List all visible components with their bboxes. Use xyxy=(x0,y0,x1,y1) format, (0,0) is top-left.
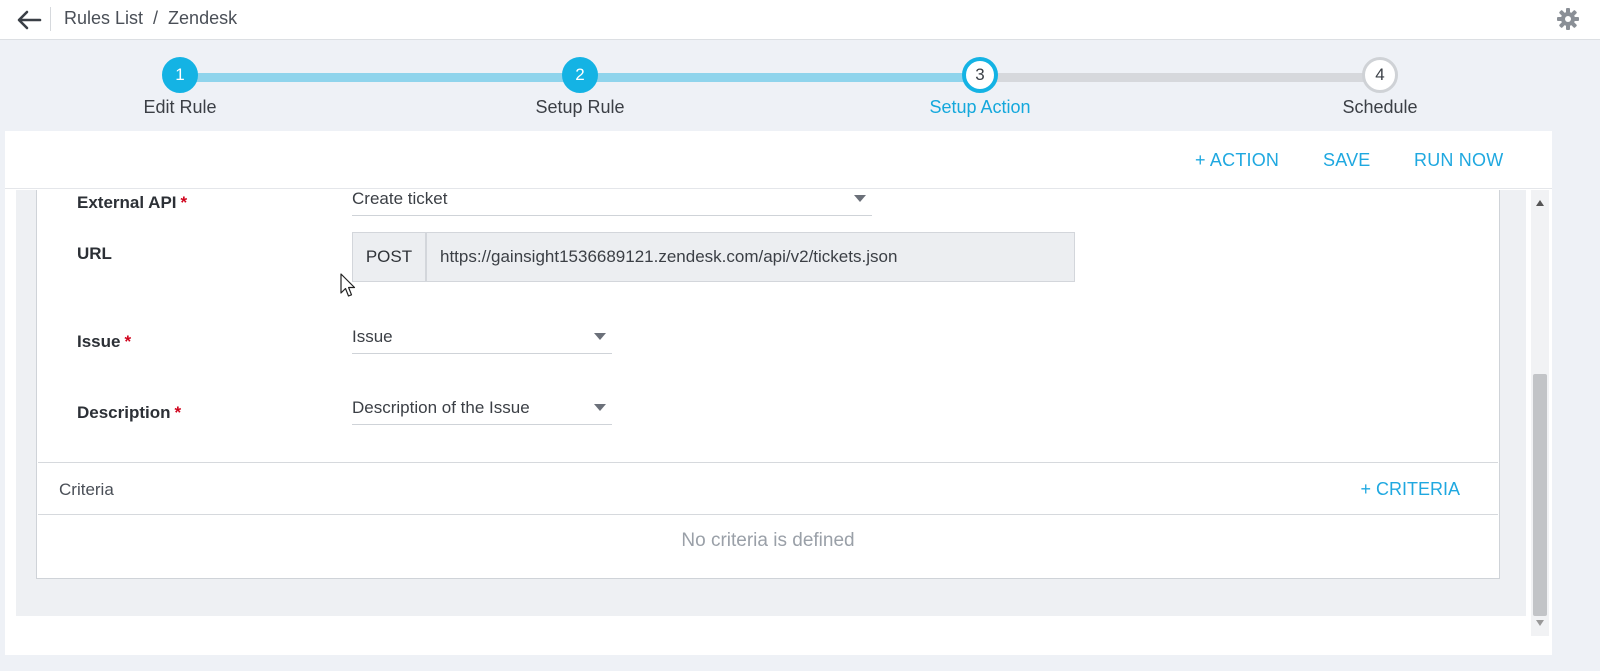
http-method: POST xyxy=(352,232,426,282)
required-marker: * xyxy=(180,193,188,212)
action-panel: External API * Create ticket URL POST htt… xyxy=(36,187,1500,579)
external-api-value: Create ticket xyxy=(352,189,448,208)
breadcrumb: Rules List / Zendesk xyxy=(64,8,237,29)
save-button[interactable]: SAVE xyxy=(1323,150,1371,171)
step-label: Edit Rule xyxy=(143,97,217,117)
step-setup-action[interactable]: 3 Setup Action xyxy=(880,57,1080,118)
description-label: Description * xyxy=(77,403,182,422)
scroll-up-icon[interactable] xyxy=(1536,200,1544,206)
top-bar: Rules List / Zendesk xyxy=(0,0,1600,40)
breadcrumb-current: Zendesk xyxy=(168,8,238,28)
external-api-select[interactable]: Create ticket xyxy=(352,187,872,216)
criteria-header: Criteria + CRITERIA xyxy=(38,462,1498,515)
add-action-button[interactable]: + ACTION xyxy=(1195,150,1279,171)
mouse-cursor-icon xyxy=(340,273,358,304)
step-setup-rule[interactable]: 2 Setup Rule xyxy=(480,57,680,118)
run-now-button[interactable]: RUN NOW xyxy=(1414,150,1503,171)
chevron-down-icon xyxy=(594,333,606,340)
chevron-down-icon xyxy=(594,404,606,411)
description-select[interactable]: Description of the Issue xyxy=(352,396,612,425)
issue-label: Issue * xyxy=(77,332,132,351)
step-label: Setup Action xyxy=(929,97,1031,117)
step-label: Setup Rule xyxy=(535,97,625,117)
step-number: 4 xyxy=(1362,57,1398,93)
issue-select[interactable]: Issue xyxy=(352,325,612,354)
chevron-down-icon xyxy=(854,195,866,202)
action-scroll-area: External API * Create ticket URL POST htt… xyxy=(16,187,1526,616)
step-number: 2 xyxy=(562,57,598,93)
step-schedule[interactable]: 4 Schedule xyxy=(1280,57,1480,118)
issue-value: Issue xyxy=(352,327,393,346)
vertical-scrollbar[interactable] xyxy=(1531,190,1549,636)
required-marker: * xyxy=(124,332,132,351)
url-field: https://gainsight1536689121.zendesk.com/… xyxy=(426,232,1075,282)
step-number: 3 xyxy=(962,57,998,93)
required-marker: * xyxy=(174,403,182,422)
external-api-label: External API * xyxy=(77,193,188,212)
step-number: 1 xyxy=(162,57,198,93)
action-toolbar: + ACTION SAVE RUN NOW xyxy=(5,131,1552,189)
breadcrumb-rules-list[interactable]: Rules List xyxy=(64,8,143,29)
url-label: URL xyxy=(77,244,112,263)
step-label: Schedule xyxy=(1342,97,1418,117)
criteria-title: Criteria xyxy=(59,480,114,499)
action-card: + ACTION SAVE RUN NOW External API * Crea… xyxy=(5,131,1552,655)
header-divider xyxy=(50,7,51,31)
back-arrow-icon[interactable] xyxy=(14,6,44,34)
scrollbar-thumb[interactable] xyxy=(1533,374,1547,616)
gear-icon[interactable] xyxy=(1556,7,1580,31)
breadcrumb-separator: / xyxy=(153,8,159,28)
add-criteria-button[interactable]: + CRITERIA xyxy=(1360,479,1460,500)
progress-stepper: 1 Edit Rule 2 Setup Rule 3 Setup Action … xyxy=(0,41,1600,131)
description-value: Description of the Issue xyxy=(352,398,530,417)
scroll-down-icon[interactable] xyxy=(1536,620,1544,626)
step-edit-rule[interactable]: 1 Edit Rule xyxy=(80,57,280,118)
empty-criteria-message: No criteria is defined xyxy=(681,530,855,551)
